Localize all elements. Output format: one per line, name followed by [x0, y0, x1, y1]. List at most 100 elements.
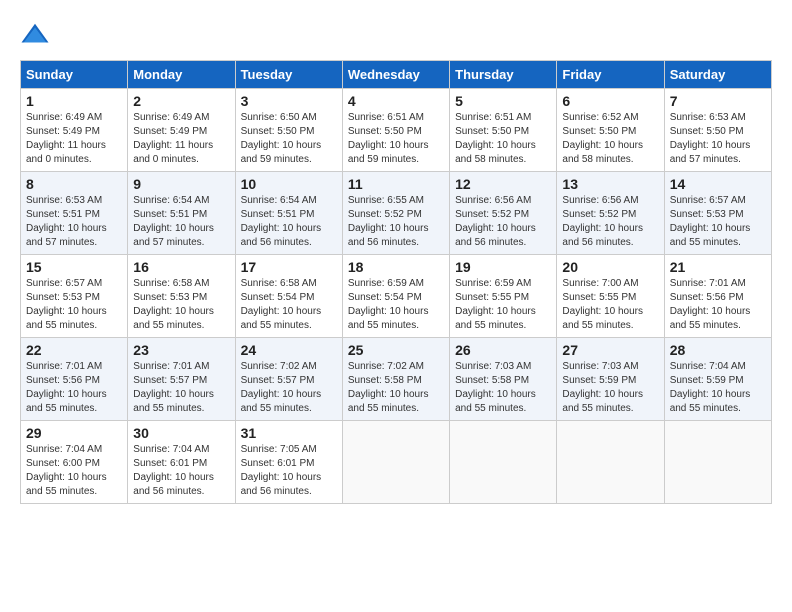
week-row-2: 8 Sunrise: 6:53 AMSunset: 5:51 PMDaylight…: [21, 172, 772, 255]
day-number: 11: [348, 176, 444, 192]
day-info: Sunrise: 7:04 AMSunset: 6:01 PMDaylight:…: [133, 443, 229, 499]
day-number: 26: [455, 342, 551, 358]
day-info: Sunrise: 6:59 AMSunset: 5:54 PMDaylight:…: [348, 277, 444, 333]
calendar-cell: 4Sunrise: 6:51 AMSunset: 5:50 PMDaylight…: [342, 89, 449, 172]
calendar-cell: 25 Sunrise: 7:02 AMSunset: 5:58 PMDayligh…: [342, 338, 449, 421]
day-info: Sunrise: 7:04 AMSunset: 5:59 PMDaylight:…: [670, 360, 766, 416]
calendar-cell: 12 Sunrise: 6:56 AMSunset: 5:52 PMDayligh…: [450, 172, 557, 255]
day-info: Sunrise: 6:51 AMSunset: 5:50 PMDaylight:…: [455, 111, 551, 167]
weekday-header-sunday: Sunday: [21, 61, 128, 89]
calendar-table: SundayMondayTuesdayWednesdayThursdayFrid…: [20, 60, 772, 504]
day-info: Sunrise: 6:57 AMSunset: 5:53 PMDaylight:…: [26, 277, 122, 333]
calendar-cell: 30 Sunrise: 7:04 AMSunset: 6:01 PMDayligh…: [128, 421, 235, 504]
calendar-cell: 7Sunrise: 6:53 AMSunset: 5:50 PMDaylight…: [664, 89, 771, 172]
calendar-cell: 1 Sunrise: 6:49 AMSunset: 5:49 PMDaylight…: [21, 89, 128, 172]
logo: [20, 20, 54, 50]
week-row-4: 22 Sunrise: 7:01 AMSunset: 5:56 PMDayligh…: [21, 338, 772, 421]
day-info: Sunrise: 6:56 AMSunset: 5:52 PMDaylight:…: [455, 194, 551, 250]
day-info: Sunrise: 6:59 AMSunset: 5:55 PMDaylight:…: [455, 277, 551, 333]
logo-icon: [20, 20, 50, 50]
week-row-3: 15Sunrise: 6:57 AMSunset: 5:53 PMDayligh…: [21, 255, 772, 338]
day-number: 14: [670, 176, 766, 192]
header: [20, 20, 772, 50]
day-info: Sunrise: 6:49 AMSunset: 5:49 PMDaylight:…: [133, 111, 229, 167]
day-info: Sunrise: 6:49 AMSunset: 5:49 PMDaylight:…: [26, 111, 122, 167]
calendar-cell: 26 Sunrise: 7:03 AMSunset: 5:58 PMDayligh…: [450, 338, 557, 421]
day-info: Sunrise: 6:54 AMSunset: 5:51 PMDaylight:…: [241, 194, 337, 250]
day-info: Sunrise: 6:53 AMSunset: 5:50 PMDaylight:…: [670, 111, 766, 167]
calendar-cell: 6Sunrise: 6:52 AMSunset: 5:50 PMDaylight…: [557, 89, 664, 172]
day-number: 13: [562, 176, 658, 192]
day-info: Sunrise: 7:03 AMSunset: 5:58 PMDaylight:…: [455, 360, 551, 416]
day-number: 31: [241, 425, 337, 441]
calendar-cell: 28 Sunrise: 7:04 AMSunset: 5:59 PMDayligh…: [664, 338, 771, 421]
weekday-header-tuesday: Tuesday: [235, 61, 342, 89]
calendar-cell: 16Sunrise: 6:58 AMSunset: 5:53 PMDayligh…: [128, 255, 235, 338]
calendar-cell: 20 Sunrise: 7:00 AMSunset: 5:55 PMDayligh…: [557, 255, 664, 338]
calendar-cell: 31 Sunrise: 7:05 AMSunset: 6:01 PMDayligh…: [235, 421, 342, 504]
day-number: 3: [241, 93, 337, 109]
day-number: 22: [26, 342, 122, 358]
calendar-cell: [342, 421, 449, 504]
calendar-cell: 19 Sunrise: 6:59 AMSunset: 5:55 PMDayligh…: [450, 255, 557, 338]
calendar-cell: 18 Sunrise: 6:59 AMSunset: 5:54 PMDayligh…: [342, 255, 449, 338]
day-info: Sunrise: 6:55 AMSunset: 5:52 PMDaylight:…: [348, 194, 444, 250]
day-number: 25: [348, 342, 444, 358]
weekday-header-wednesday: Wednesday: [342, 61, 449, 89]
day-info: Sunrise: 7:01 AMSunset: 5:56 PMDaylight:…: [26, 360, 122, 416]
day-number: 20: [562, 259, 658, 275]
day-number: 28: [670, 342, 766, 358]
day-info: Sunrise: 7:01 AMSunset: 5:56 PMDaylight:…: [670, 277, 766, 333]
day-number: 23: [133, 342, 229, 358]
day-info: Sunrise: 7:00 AMSunset: 5:55 PMDaylight:…: [562, 277, 658, 333]
day-info: Sunrise: 6:58 AMSunset: 5:54 PMDaylight:…: [241, 277, 337, 333]
day-number: 29: [26, 425, 122, 441]
day-number: 16: [133, 259, 229, 275]
calendar-cell: [664, 421, 771, 504]
day-number: 6: [562, 93, 658, 109]
day-number: 5: [455, 93, 551, 109]
day-number: 24: [241, 342, 337, 358]
calendar-cell: 10Sunrise: 6:54 AMSunset: 5:51 PMDayligh…: [235, 172, 342, 255]
calendar-cell: 13 Sunrise: 6:56 AMSunset: 5:52 PMDayligh…: [557, 172, 664, 255]
calendar-cell: 24 Sunrise: 7:02 AMSunset: 5:57 PMDayligh…: [235, 338, 342, 421]
calendar-cell: 27 Sunrise: 7:03 AMSunset: 5:59 PMDayligh…: [557, 338, 664, 421]
day-info: Sunrise: 6:56 AMSunset: 5:52 PMDaylight:…: [562, 194, 658, 250]
day-info: Sunrise: 6:53 AMSunset: 5:51 PMDaylight:…: [26, 194, 122, 250]
weekday-header-thursday: Thursday: [450, 61, 557, 89]
day-number: 19: [455, 259, 551, 275]
calendar-cell: 9 Sunrise: 6:54 AMSunset: 5:51 PMDaylight…: [128, 172, 235, 255]
day-number: 21: [670, 259, 766, 275]
day-number: 2: [133, 93, 229, 109]
day-info: Sunrise: 7:05 AMSunset: 6:01 PMDaylight:…: [241, 443, 337, 499]
calendar-cell: 5 Sunrise: 6:51 AMSunset: 5:50 PMDaylight…: [450, 89, 557, 172]
day-info: Sunrise: 6:50 AMSunset: 5:50 PMDaylight:…: [241, 111, 337, 167]
day-info: Sunrise: 7:03 AMSunset: 5:59 PMDaylight:…: [562, 360, 658, 416]
day-info: Sunrise: 7:01 AMSunset: 5:57 PMDaylight:…: [133, 360, 229, 416]
day-info: Sunrise: 6:57 AMSunset: 5:53 PMDaylight:…: [670, 194, 766, 250]
weekday-header-monday: Monday: [128, 61, 235, 89]
day-number: 30: [133, 425, 229, 441]
day-number: 27: [562, 342, 658, 358]
day-info: Sunrise: 7:04 AMSunset: 6:00 PMDaylight:…: [26, 443, 122, 499]
day-number: 12: [455, 176, 551, 192]
day-number: 1: [26, 93, 122, 109]
calendar-cell: 15Sunrise: 6:57 AMSunset: 5:53 PMDayligh…: [21, 255, 128, 338]
calendar-cell: 2 Sunrise: 6:49 AMSunset: 5:49 PMDaylight…: [128, 89, 235, 172]
day-number: 4: [348, 93, 444, 109]
calendar-cell: 8 Sunrise: 6:53 AMSunset: 5:51 PMDaylight…: [21, 172, 128, 255]
day-number: 8: [26, 176, 122, 192]
calendar-cell: 22 Sunrise: 7:01 AMSunset: 5:56 PMDayligh…: [21, 338, 128, 421]
calendar-cell: [450, 421, 557, 504]
day-number: 9: [133, 176, 229, 192]
calendar-cell: 29 Sunrise: 7:04 AMSunset: 6:00 PMDayligh…: [21, 421, 128, 504]
day-number: 18: [348, 259, 444, 275]
calendar-cell: 23 Sunrise: 7:01 AMSunset: 5:57 PMDayligh…: [128, 338, 235, 421]
calendar-cell: 11 Sunrise: 6:55 AMSunset: 5:52 PMDayligh…: [342, 172, 449, 255]
week-row-5: 29 Sunrise: 7:04 AMSunset: 6:00 PMDayligh…: [21, 421, 772, 504]
day-info: Sunrise: 7:02 AMSunset: 5:57 PMDaylight:…: [241, 360, 337, 416]
day-info: Sunrise: 6:54 AMSunset: 5:51 PMDaylight:…: [133, 194, 229, 250]
day-number: 17: [241, 259, 337, 275]
day-info: Sunrise: 7:02 AMSunset: 5:58 PMDaylight:…: [348, 360, 444, 416]
weekday-header-friday: Friday: [557, 61, 664, 89]
